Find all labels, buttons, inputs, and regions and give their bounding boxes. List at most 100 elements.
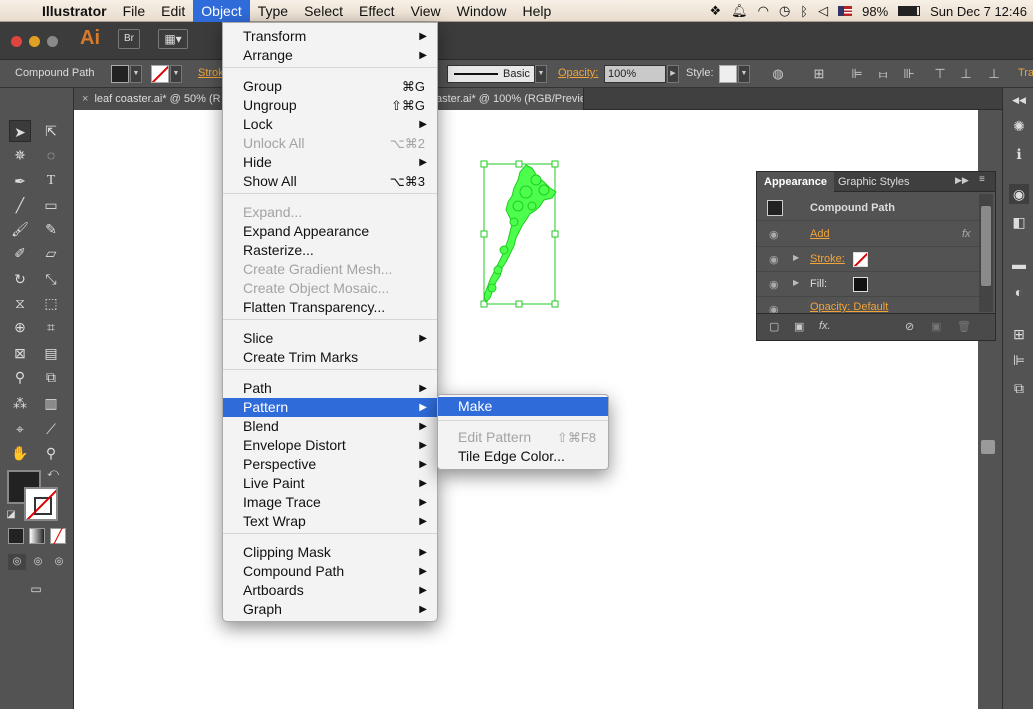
perspective-grid-tool-icon[interactable]: ⌗ <box>40 316 62 338</box>
panel-collapse-icon[interactable]: ▶▶ <box>955 175 969 186</box>
menu-item-hide[interactable]: Hide ▶ <box>223 153 437 172</box>
menu-item-live-paint[interactable]: Live Paint ▶ <box>223 474 437 493</box>
menu-help[interactable]: Help <box>514 0 559 22</box>
bridge-button[interactable]: Br <box>118 29 140 49</box>
opacity-field[interactable]: 100% <box>604 65 666 83</box>
brush-dropdown[interactable]: ▼ <box>535 65 547 83</box>
menu-effect[interactable]: Effect <box>351 0 403 22</box>
opacity-attribute-link[interactable]: Opacity: Default <box>810 301 888 313</box>
duplicate-item-icon[interactable]: ▣ <box>931 320 941 333</box>
menu-item-artboards[interactable]: Artboards ▶ <box>223 581 437 600</box>
menu-item-blend[interactable]: Blend ▶ <box>223 417 437 436</box>
pencil-tool-icon[interactable]: ✎ <box>40 218 62 240</box>
arrange-documents-button[interactable]: ▦▾ <box>158 29 188 49</box>
magic-wand-tool-icon[interactable]: ✵ <box>9 144 31 166</box>
selection-tool-icon[interactable]: ➤ <box>9 120 31 142</box>
eyedropper-tool-icon[interactable]: ⚲ <box>9 366 31 388</box>
battery-percent[interactable]: 98% <box>862 4 888 19</box>
scale-tool-icon[interactable]: ⤡ <box>40 268 62 290</box>
menu-item-pattern[interactable]: Pattern ▶ <box>223 398 437 417</box>
menu-item-flatten-transparency[interactable]: Flatten Transparency... <box>223 298 437 317</box>
stroke-attribute-link[interactable]: Stroke: <box>810 253 845 265</box>
align-top-icon[interactable]: ⊤ <box>931 65 949 83</box>
scrollbar-thumb[interactable] <box>981 440 995 454</box>
collapse-dock-icon[interactable]: ◀◀ <box>1009 90 1029 110</box>
paintbrush-tool-icon[interactable]: 🖌︎ <box>9 218 31 240</box>
direct-selection-tool-icon[interactable]: ⇱ <box>40 120 62 142</box>
visibility-eye-icon[interactable]: ◉ <box>769 303 779 313</box>
column-graph-tool-icon[interactable]: ▥ <box>40 392 62 414</box>
width-tool-icon[interactable]: ⧖ <box>9 292 31 314</box>
appearance-scroll-thumb[interactable] <box>981 206 991 286</box>
type-tool-icon[interactable]: T <box>40 170 62 192</box>
visibility-eye-icon[interactable]: ◉ <box>769 228 779 241</box>
graphic-style-swatch[interactable] <box>719 65 737 83</box>
wifi-icon[interactable]: ◠ <box>758 3 769 19</box>
bluetooth-icon[interactable]: ᛒ <box>800 4 808 19</box>
zoom-window-icon[interactable] <box>47 36 58 47</box>
pattern-item-make[interactable]: Make <box>438 397 608 416</box>
transform-label[interactable]: Tra <box>1018 67 1033 79</box>
graphic-styles-panel-icon[interactable]: ◧ <box>1009 212 1029 232</box>
menu-object[interactable]: Object <box>193 0 250 22</box>
minimize-window-icon[interactable] <box>29 36 40 47</box>
free-transform-tool-icon[interactable]: ⬚ <box>40 292 62 314</box>
battery-icon[interactable] <box>898 6 921 16</box>
symbol-sprayer-tool-icon[interactable]: ⁂ <box>9 392 31 414</box>
shape-builder-tool-icon[interactable]: ⊕ <box>9 316 31 338</box>
menu-file[interactable]: File <box>115 0 154 22</box>
pen-tool-icon[interactable]: ✒ <box>9 170 31 192</box>
menu-item-slice[interactable]: Slice ▶ <box>223 329 437 348</box>
menu-item-expand-appearance[interactable]: Expand Appearance <box>223 222 437 241</box>
menu-item-text-wrap[interactable]: Text Wrap ▶ <box>223 512 437 531</box>
style-dropdown[interactable]: ▼ <box>738 65 750 83</box>
align-panel-icon[interactable]: ⊫ <box>1009 350 1029 370</box>
default-colors-icon[interactable]: ◪ <box>4 508 18 522</box>
expand-triangle-icon[interactable]: ▶ <box>793 253 799 262</box>
menu-view[interactable]: View <box>403 0 449 22</box>
clock[interactable]: Sun Dec 7 12:46 <box>930 4 1027 19</box>
menu-window[interactable]: Window <box>449 0 515 22</box>
mesh-tool-icon[interactable]: ⊠ <box>9 342 31 364</box>
artboard-tool-icon[interactable]: ⌖ <box>9 418 31 440</box>
menu-item-lock[interactable]: Lock ▶ <box>223 115 437 134</box>
add-effect-icon[interactable]: fx. <box>819 320 831 332</box>
reference-point-icon[interactable]: ⊞ <box>810 65 828 83</box>
appearance-panel-icon[interactable]: ◉ <box>1009 184 1029 204</box>
draw-behind-icon[interactable]: ◎ <box>29 554 47 570</box>
lasso-tool-icon[interactable]: ◌ <box>40 144 62 166</box>
fx-icon[interactable]: fx <box>962 228 971 240</box>
add-new-fill-icon[interactable]: ▣ <box>794 320 804 333</box>
brush-definition-field[interactable]: Basic <box>447 65 535 83</box>
stroke-color-swatch[interactable] <box>151 65 169 83</box>
menu-item-graph[interactable]: Graph ▶ <box>223 600 437 619</box>
gradient-panel-icon[interactable]: ▬ <box>1009 254 1029 274</box>
menu-item-create-trim-marks[interactable]: Create Trim Marks <box>223 348 437 367</box>
appearance-fill-row[interactable]: ◉ ▶ Fill: <box>757 272 979 297</box>
slice-tool-icon[interactable]: ⟋ <box>40 418 62 440</box>
delete-item-icon[interactable]: 🗑︎ <box>957 320 971 333</box>
menu-edit[interactable]: Edit <box>153 0 193 22</box>
menu-item-transform[interactable]: Transform ▶ <box>223 27 437 46</box>
time-machine-icon[interactable]: ◷ <box>779 3 790 19</box>
close-tab-icon[interactable]: × <box>82 93 88 105</box>
eraser-tool-icon[interactable]: ▱ <box>40 242 62 264</box>
menu-item-group[interactable]: Group ⌘G <box>223 77 437 96</box>
gradient-mode-icon[interactable] <box>29 528 45 544</box>
visibility-eye-icon[interactable]: ◉ <box>769 253 779 266</box>
menu-item-path[interactable]: Path ▶ <box>223 379 437 398</box>
pattern-item-tile-edge-color[interactable]: Tile Edge Color... <box>438 447 608 466</box>
recolor-artwork-icon[interactable]: ◍ <box>769 65 787 83</box>
menu-item-arrange[interactable]: Arrange ▶ <box>223 46 437 65</box>
zoom-tool-icon[interactable]: ⚲ <box>40 442 62 464</box>
add-new-stroke-icon[interactable]: ▢ <box>769 320 779 333</box>
tab-leaf-coaster-50[interactable]: × leaf coaster.ai* @ 50% (R <box>74 88 224 110</box>
stroke-none-swatch[interactable] <box>853 252 868 267</box>
align-middle-icon[interactable]: ⊥ <box>957 65 975 83</box>
draw-normal-icon[interactable]: ◎ <box>8 554 26 570</box>
dropbox-icon[interactable]: ❖ <box>709 3 721 19</box>
volume-icon[interactable]: ◁ <box>818 3 828 19</box>
rotate-tool-icon[interactable]: ↻ <box>9 268 31 290</box>
opacity-dropdown[interactable]: ▶ <box>667 65 679 83</box>
swap-colors-icon[interactable]: ⤺ <box>46 466 60 480</box>
